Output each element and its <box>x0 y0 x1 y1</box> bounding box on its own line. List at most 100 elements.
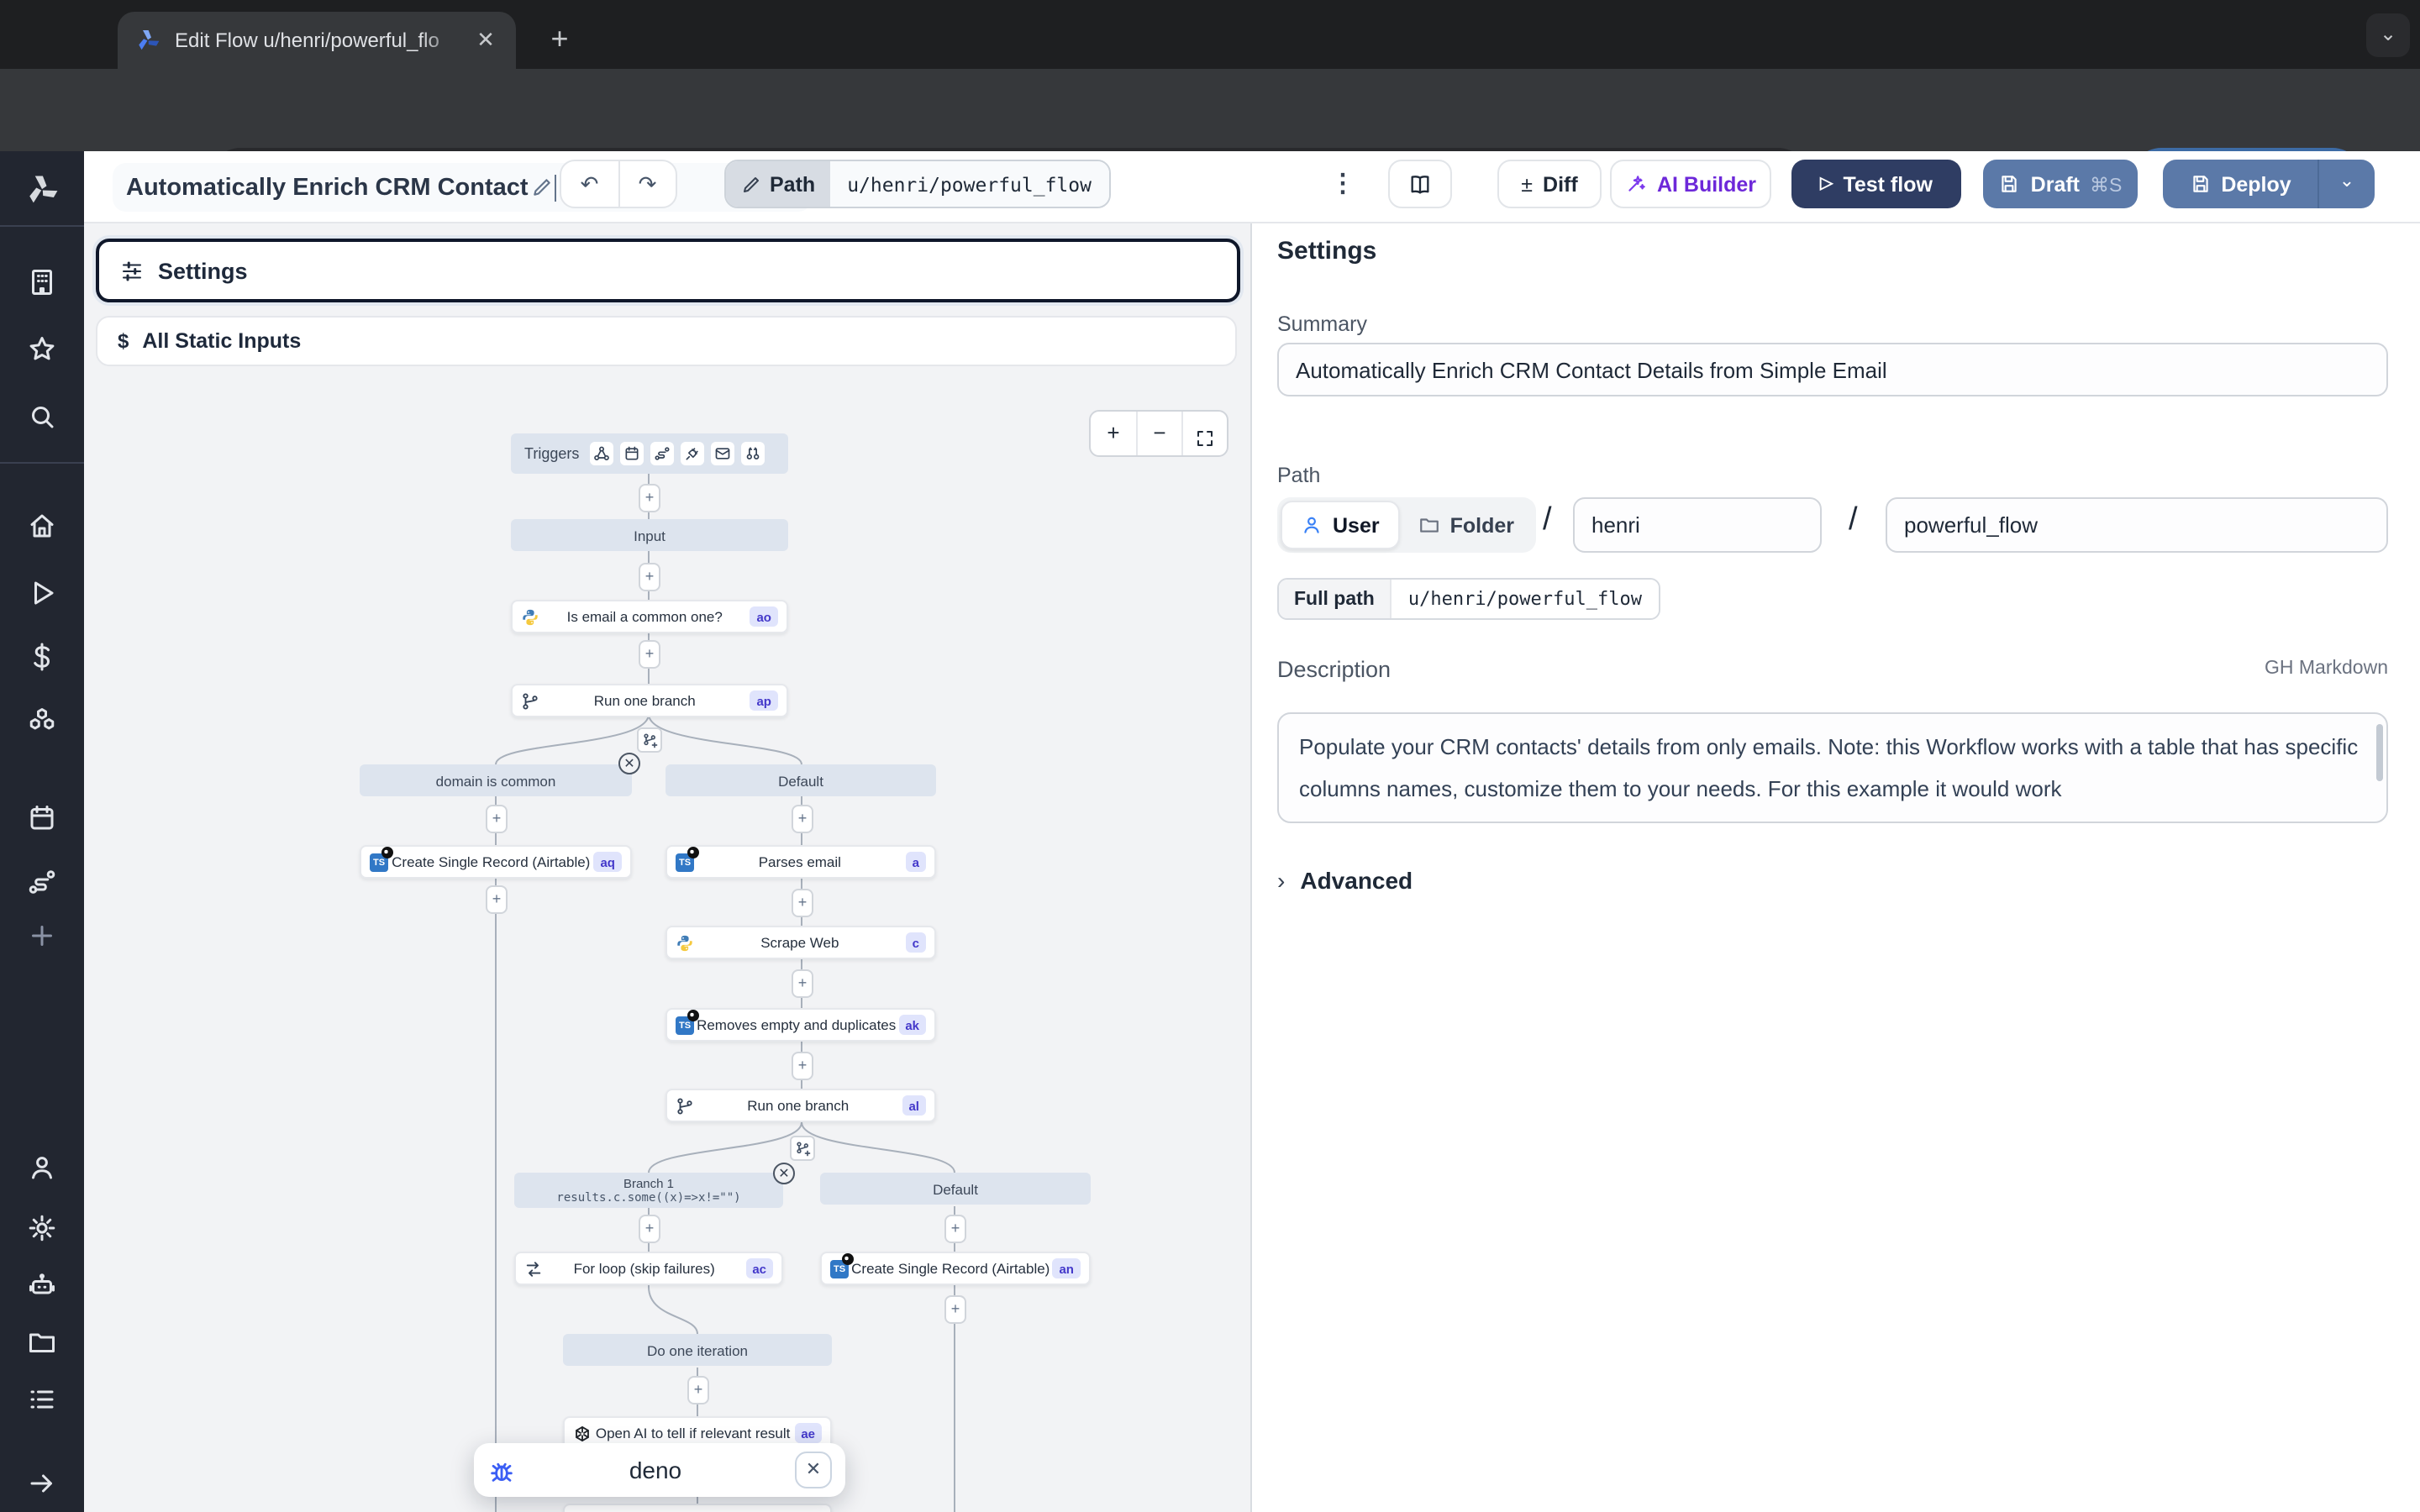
add-step-button[interactable]: + <box>792 1052 813 1080</box>
sidebar-item-workspace[interactable] <box>27 267 57 297</box>
poll-icon[interactable] <box>740 442 764 465</box>
flow-node-step[interactable]: Scrape Webc <box>666 926 936 959</box>
new-tab-button[interactable]: + <box>538 18 581 62</box>
full-path-label: Full path <box>1279 580 1390 618</box>
add-step-button[interactable]: + <box>944 1295 966 1324</box>
docs-button[interactable] <box>1388 160 1452 208</box>
path-chip[interactable]: Path u/henri/powerful_flow <box>724 160 1110 208</box>
flow-node-step[interactable]: TS Removes empty and duplicatesak <box>666 1008 936 1042</box>
schedule-icon[interactable] <box>619 442 643 465</box>
tab-title: Edit Flow u/henri/powerful_flo <box>175 29 464 52</box>
flow-node-for-loop[interactable]: For loop (skip failures)ac <box>514 1252 783 1285</box>
draft-label: Draft <box>2031 172 2080 196</box>
path-chip-label: Path <box>770 172 815 196</box>
diff-button[interactable]: ± Diff <box>1497 160 1602 208</box>
flow-settings-card[interactable]: Settings <box>96 239 1240 302</box>
deploy-button[interactable]: Deploy <box>2163 160 2317 208</box>
flow-title-input[interactable]: Automatically Enrich CRM Contact <box>113 163 812 212</box>
flow-node-do-one-iteration[interactable]: Do one iteration <box>563 1334 832 1366</box>
bug-icon <box>487 1456 516 1484</box>
remove-branch-icon[interactable]: ✕ <box>773 1163 795 1184</box>
draft-button[interactable]: Draft ⌘S <box>1983 160 2138 208</box>
test-flow-label: Test flow <box>1843 172 1933 196</box>
add-step-button[interactable]: + <box>687 1376 709 1404</box>
sidebar-item-home[interactable] <box>27 511 57 541</box>
add-step-button[interactable]: + <box>639 563 660 591</box>
user-icon <box>1301 514 1323 536</box>
add-step-button[interactable]: + <box>639 484 660 512</box>
windmill-logo[interactable] <box>24 171 60 208</box>
chevron-right-icon: › <box>1277 867 1285 894</box>
tab-close-icon[interactable]: ✕ <box>472 27 499 54</box>
add-step-button[interactable]: + <box>944 1215 966 1243</box>
browser-tab[interactable]: Edit Flow u/henri/powerful_flo ✕ <box>118 12 516 69</box>
sidebar-expand-icon[interactable] <box>27 1468 57 1499</box>
flow-node-step[interactable]: Is email a common one?ao <box>511 600 788 633</box>
description-textarea[interactable]: Populate your CRM contacts' details from… <box>1277 712 2388 823</box>
sidebar-item-resources[interactable] <box>27 706 57 736</box>
add-step-button[interactable]: + <box>486 885 508 914</box>
flow-node-branch-runner[interactable]: Run one branchal <box>666 1089 936 1122</box>
deploy-dropdown-chevron-icon[interactable]: ⌄ <box>2317 160 2375 208</box>
add-step-button[interactable]: + <box>639 640 660 669</box>
email-icon[interactable] <box>710 442 734 465</box>
tooltip-close-button[interactable]: ✕ <box>795 1452 832 1488</box>
sidebar-item-runs[interactable] <box>27 578 57 608</box>
flow-branch-header[interactable]: Default <box>666 764 936 796</box>
path-name-input[interactable]: powerful_flow <box>1886 497 2388 553</box>
sidebar-item-folders[interactable] <box>27 1327 57 1357</box>
owner-user-option[interactable]: User <box>1281 501 1400 549</box>
ai-builder-button[interactable]: AI Builder <box>1610 160 1771 208</box>
tab-search-chevron-icon[interactable]: ⌄ <box>2366 13 2410 57</box>
sidebar-item-triggers[interactable] <box>27 867 57 897</box>
flow-node-step[interactable]: TS Create Single Record (Airtable)an <box>820 1252 1091 1285</box>
flow-node-step-clipped[interactable] <box>563 1504 832 1512</box>
sidebar-item-search[interactable] <box>27 402 57 432</box>
diff-label: Diff <box>1543 172 1578 196</box>
git-branch-icon <box>521 691 539 710</box>
flow-node-input[interactable]: Input <box>511 519 788 551</box>
canvas-zoom-controls: + − <box>1089 410 1228 457</box>
zoom-in-button[interactable]: + <box>1091 412 1136 455</box>
flow-node-step[interactable]: TS Parses emaila <box>666 845 936 879</box>
summary-value: Automatically Enrich CRM Contact Details… <box>1296 357 1887 382</box>
advanced-section-toggle[interactable]: › Advanced <box>1277 867 1413 894</box>
flow-branch-header[interactable]: domain is common <box>360 764 632 796</box>
sidebar-item-users[interactable] <box>27 1152 57 1183</box>
sidebar-item-schedules[interactable] <box>27 803 57 833</box>
flow-node-step[interactable]: TS Create Single Record (Airtable)aq <box>360 845 632 879</box>
zoom-out-button[interactable]: − <box>1136 412 1181 455</box>
sidebar-item-variables[interactable] <box>27 642 57 672</box>
textarea-scrollbar[interactable] <box>2376 724 2383 781</box>
sidebar-item-favorites[interactable] <box>27 334 57 365</box>
path-owner-input[interactable]: henri <box>1573 497 1822 553</box>
add-step-button[interactable]: + <box>792 805 813 833</box>
summary-input[interactable]: Automatically Enrich CRM Contact Details… <box>1277 343 2388 396</box>
webhook-icon[interactable] <box>589 442 613 465</box>
add-step-button[interactable]: + <box>792 889 813 917</box>
sidebar-item-audit-logs[interactable] <box>27 1384 57 1415</box>
sidebar-item-create[interactable] <box>27 921 57 951</box>
route-icon[interactable] <box>650 442 673 465</box>
redo-button[interactable]: ↷ <box>619 161 676 207</box>
triggers-bar[interactable]: Triggers <box>511 433 788 474</box>
test-flow-button[interactable]: ▷ Test flow <box>1791 160 1961 208</box>
all-static-inputs-card[interactable]: $ All Static Inputs <box>96 316 1237 366</box>
owner-folder-option[interactable]: Folder <box>1400 501 1533 549</box>
flow-branch-header[interactable]: Branch 1 results.c.some((x)=>x!="") <box>514 1173 783 1208</box>
add-branch-icon[interactable] <box>637 727 662 753</box>
sidebar-item-settings[interactable] <box>27 1213 57 1243</box>
more-options-icon[interactable]: ⋮ <box>1328 161 1358 207</box>
kafka-icon[interactable] <box>680 442 703 465</box>
add-branch-icon[interactable] <box>790 1136 815 1161</box>
sidebar-item-workers[interactable] <box>27 1270 57 1300</box>
remove-branch-icon[interactable]: ✕ <box>618 753 640 774</box>
fit-view-button[interactable] <box>1181 412 1227 455</box>
add-step-button[interactable]: + <box>486 805 508 833</box>
add-step-button[interactable]: + <box>639 1215 660 1243</box>
undo-button[interactable]: ↶ <box>561 161 619 207</box>
flow-branch-header[interactable]: Default <box>820 1173 1091 1205</box>
add-step-button[interactable]: + <box>792 969 813 998</box>
flow-node-branch-runner[interactable]: Run one branchap <box>511 684 788 717</box>
path-separator: / <box>1543 502 1552 539</box>
